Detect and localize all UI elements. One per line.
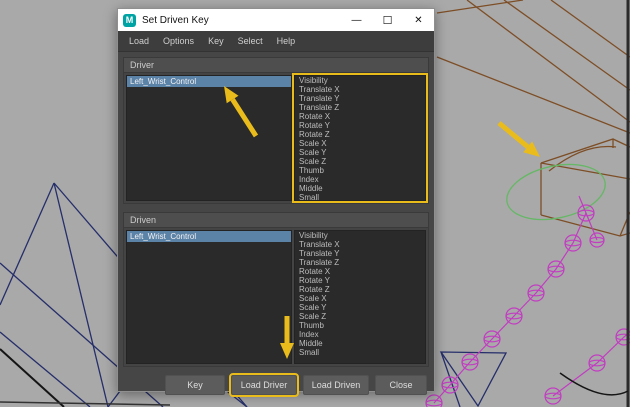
driven-lists: Left_Wrist_Control Visibility Translate X… — [124, 228, 428, 366]
driven-attribute-item[interactable]: Visibility — [295, 231, 425, 240]
load-driven-button[interactable]: Load Driven — [303, 375, 369, 395]
driven-section-header: Driven — [124, 213, 428, 228]
menu-item[interactable]: Select — [231, 31, 270, 51]
driver-attribute-item[interactable]: Small — [295, 193, 425, 200]
driver-section-header: Driver — [124, 58, 428, 73]
driver-attribute-item[interactable]: Visibility — [295, 76, 425, 85]
menu-item[interactable]: Options — [156, 31, 201, 51]
driven-attribute-item[interactable]: Scale Y — [295, 303, 425, 312]
driver-attribute-item[interactable]: Translate X — [295, 85, 425, 94]
driver-attribute-item[interactable]: Rotate Y — [295, 121, 425, 130]
driver-attribute-item[interactable]: Thumb — [295, 166, 425, 175]
driver-attribute-item[interactable]: Scale X — [295, 139, 425, 148]
driven-attribute-item[interactable]: Scale X — [295, 294, 425, 303]
driver-lists: Left_Wrist_Control Visibility Translate X… — [124, 73, 428, 203]
set-driven-key-window: M Set Driven Key — ☐ ✕ Load Options Key Sel… — [117, 8, 435, 397]
green-circle-curve — [506, 163, 606, 221]
driver-attributes-list: Visibility Translate X Translate Y Translat… — [292, 73, 428, 203]
driven-section: Driven Left_Wrist_Control Visibility Tran… — [123, 212, 429, 367]
menu-item[interactable]: Help — [270, 31, 303, 51]
window-title: Set Driven Key — [142, 14, 209, 26]
driven-object-item-selected[interactable]: Left_Wrist_Control — [127, 231, 291, 242]
driven-attribute-item[interactable]: Rotate Z — [295, 285, 425, 294]
driven-attribute-item[interactable]: Rotate X — [295, 267, 425, 276]
driver-section: Driver Left_Wrist_Control Visibility Tran… — [123, 57, 429, 204]
driven-attributes-list: Visibility Translate X Translate Y Translat… — [294, 230, 426, 364]
driver-attribute-item[interactable]: Index — [295, 175, 425, 184]
driver-attribute-item[interactable]: Scale Z — [295, 157, 425, 166]
driven-attribute-item[interactable]: Translate Y — [295, 249, 425, 258]
driven-attribute-item[interactable]: Scale Z — [295, 312, 425, 321]
driven-objects-list: Left_Wrist_Control — [126, 230, 292, 364]
driven-attribute-item[interactable]: Index — [295, 330, 425, 339]
button-row: Key Load Driver Load Driven Close — [123, 373, 429, 397]
load-driver-button[interactable]: Load Driver — [229, 373, 299, 397]
brown-wireframe — [436, 0, 630, 237]
maya-app-icon: M — [123, 13, 136, 27]
driven-attribute-item[interactable]: Rotate Y — [295, 276, 425, 285]
driver-attribute-item[interactable]: Rotate Z — [295, 130, 425, 139]
driver-attribute-item[interactable]: Translate Y — [295, 94, 425, 103]
driver-attribute-item[interactable]: Rotate X — [295, 112, 425, 121]
menu-item[interactable]: Key — [201, 31, 231, 51]
driver-objects-list: Left_Wrist_Control — [126, 75, 292, 201]
driver-attribute-item[interactable]: Translate Z — [295, 103, 425, 112]
menu-item[interactable]: Load — [122, 31, 156, 51]
key-button[interactable]: Key — [165, 375, 225, 395]
driven-attribute-item[interactable]: Thumb — [295, 321, 425, 330]
driven-attribute-item[interactable]: Middle — [295, 339, 425, 348]
driven-attribute-item[interactable]: Translate Z — [295, 258, 425, 267]
titlebar[interactable]: M Set Driven Key — ☐ ✕ — [118, 9, 434, 31]
menu-bar: Load Options Key Select Help — [118, 31, 434, 52]
driven-attribute-item[interactable]: Small — [295, 348, 425, 357]
driver-attribute-item[interactable]: Scale Y — [295, 148, 425, 157]
close-icon[interactable]: ✕ — [403, 9, 434, 31]
driver-attribute-item[interactable]: Middle — [295, 184, 425, 193]
dialog-body: Driver Left_Wrist_Control Visibility Tran… — [118, 52, 434, 397]
maximize-icon[interactable]: ☐ — [372, 9, 403, 31]
driver-object-item-selected[interactable]: Left_Wrist_Control — [127, 76, 291, 87]
driven-attribute-item[interactable]: Translate X — [295, 240, 425, 249]
minimize-icon[interactable]: — — [341, 9, 372, 31]
close-button[interactable]: Close — [375, 375, 427, 395]
